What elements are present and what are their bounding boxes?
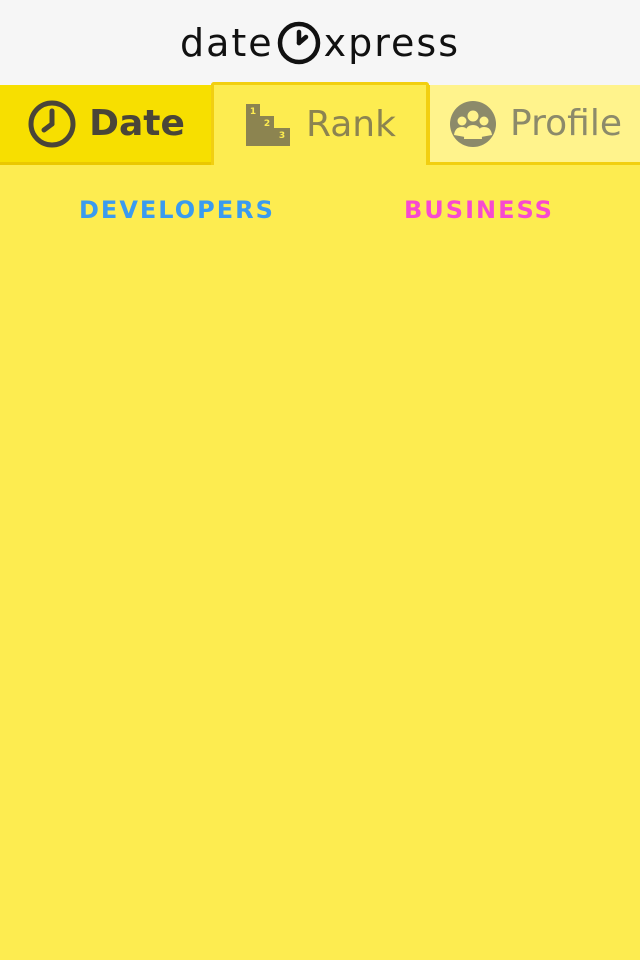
tab-date-label: Date [89, 102, 185, 144]
tab-profile[interactable]: Profile [429, 85, 640, 165]
logo-text-right: xpress [323, 20, 461, 65]
group-icon [450, 100, 497, 147]
clock-icon [28, 100, 76, 147]
app-root: date xpress Date 1 2 3 Rank Profile DEVE… [0, 0, 640, 960]
tab-bar: Date 1 2 3 Rank Profile [0, 82, 640, 165]
app-header: date xpress [0, 0, 640, 85]
svg-text:2: 2 [264, 119, 270, 129]
rank-categories: DEVELOPERS BUSINESS [0, 190, 640, 230]
category-business[interactable]: BUSINESS [404, 190, 554, 230]
podium-icon: 1 2 3 [246, 104, 291, 146]
logo-clock-icon [277, 21, 320, 64]
svg-text:3: 3 [279, 131, 285, 141]
logo-text-left: date [179, 20, 274, 65]
category-developers[interactable]: DEVELOPERS [79, 190, 275, 230]
tab-rank[interactable]: 1 2 3 Rank [211, 82, 429, 165]
tab-rank-label: Rank [306, 104, 396, 145]
tab-date[interactable]: Date [0, 85, 212, 165]
tab-profile-label: Profile [510, 102, 622, 144]
app-logo: date xpress [180, 20, 460, 66]
svg-text:1: 1 [250, 107, 256, 117]
